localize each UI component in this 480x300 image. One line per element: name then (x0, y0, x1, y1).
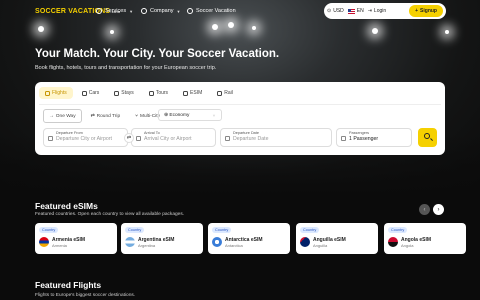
esims-title: Featured eSIMs (35, 201, 98, 211)
chevron-right-icon: › (437, 206, 440, 213)
esim-card[interactable]: Country Argentina eSIM Argentina (121, 223, 203, 254)
search-button[interactable] (418, 128, 437, 147)
building-icon (141, 8, 147, 14)
compass-icon (148, 90, 154, 96)
angola-flag-icon (388, 237, 398, 247)
landing-icon (136, 136, 141, 141)
branch-icon: ⑂ (135, 114, 139, 119)
takeoff-icon (48, 136, 53, 141)
chevron-down-icon: ▼ (212, 112, 216, 118)
tab-rail[interactable]: Rail (211, 87, 239, 99)
tab-flights[interactable]: Flights (39, 87, 73, 99)
esim-card[interactable]: Country Angola eSIM Angola (384, 223, 466, 254)
swap-locations-button[interactable]: ⇄ (124, 133, 134, 143)
user-plus-icon: + (415, 8, 419, 14)
passengers-field[interactable]: Passengers 1 Passenger (336, 128, 412, 147)
arrow-right-icon: → (49, 113, 54, 119)
flights-subtitle: Flights to Europe's biggest soccer desti… (35, 293, 136, 298)
arrival-to-field[interactable]: Arrival To Arrival City or Airport (131, 128, 216, 147)
bed-icon (114, 90, 120, 96)
trip-type-options: → One Way ⇄ Round Trip ⑂ Multi-City (43, 109, 166, 123)
esim-card[interactable]: Country Armenia eSIM Armenia (35, 223, 117, 254)
login-icon: ⇥ (367, 8, 372, 14)
top-nav: SOCCER VACATIONS.com Services ▼ Company ▼ … (0, 0, 480, 24)
anguilla-flag-icon (300, 237, 310, 247)
tab-cars[interactable]: Cars (76, 87, 106, 99)
calendar-icon (225, 136, 230, 141)
trip-round-trip[interactable]: ⇄ Round Trip (85, 109, 127, 123)
login-button[interactable]: ⇥ Login (368, 8, 386, 14)
departure-from-field[interactable]: Departure From Departure City or Airport (43, 128, 128, 147)
sim-icon (183, 90, 189, 96)
hero-title: Your Match. Your City. Your Soccer Vacat… (35, 48, 280, 60)
flights-title: Featured Flights (35, 280, 102, 290)
search-icon (424, 133, 430, 139)
nav-services[interactable]: Services ▼ (96, 8, 133, 14)
users-icon (341, 136, 346, 141)
globe-icon (187, 8, 193, 14)
esim-card[interactable]: Country Antarctica eSIM Antarctica (208, 223, 290, 254)
signup-button[interactable]: + Signup (409, 5, 443, 17)
esim-card[interactable]: Country Anguilla eSIM Anguilla (296, 223, 378, 254)
currency-selector[interactable]: ⊙ USD (327, 8, 344, 14)
chevron-left-icon: ‹ (423, 206, 426, 213)
search-tabs: Flights Cars Stays Tours ESIM Rail (39, 87, 239, 99)
armenia-flag-icon (39, 237, 49, 247)
train-icon (217, 90, 223, 96)
language-selector[interactable]: EN (347, 8, 364, 14)
plane-icon (45, 90, 50, 96)
tab-stays[interactable]: Stays (108, 87, 140, 99)
search-card: Flights Cars Stays Tours ESIM Rail → One … (35, 82, 445, 155)
us-flag-icon (347, 8, 355, 14)
seat-icon: ⊕ (164, 112, 169, 118)
argentina-flag-icon (125, 237, 135, 247)
chevron-down-icon: ▼ (129, 8, 134, 14)
currency-icon: ⊙ (327, 8, 332, 14)
tabs-divider (39, 104, 441, 105)
swap-icon: ⇄ (90, 113, 95, 119)
nav-actions: ⊙ USD EN ⇥ Login + Signup (324, 3, 446, 19)
esims-subtitle: Featured countries. Open each country to… (35, 212, 185, 217)
departure-date-field[interactable]: Departure Date Departure Date (220, 128, 332, 147)
carousel-next-button[interactable]: › (433, 204, 444, 215)
chevron-down-icon: ▼ (176, 8, 181, 14)
hero-subtitle: Book flights, hotels, tours and transpor… (35, 65, 217, 71)
tab-esim[interactable]: ESIM (177, 87, 208, 99)
carousel-prev-button[interactable]: ‹ (419, 204, 430, 215)
car-icon (81, 90, 87, 96)
grid-icon (96, 8, 102, 14)
tab-tours[interactable]: Tours (143, 87, 174, 99)
cabin-select[interactable]: ⊕ Economy ▼ (158, 109, 222, 121)
nav-company[interactable]: Company ▼ (141, 8, 181, 14)
antarctica-flag-icon (212, 237, 222, 247)
nav-soccer-vacation[interactable]: Soccer Vacation (187, 8, 236, 14)
trip-one-way[interactable]: → One Way (43, 109, 82, 123)
